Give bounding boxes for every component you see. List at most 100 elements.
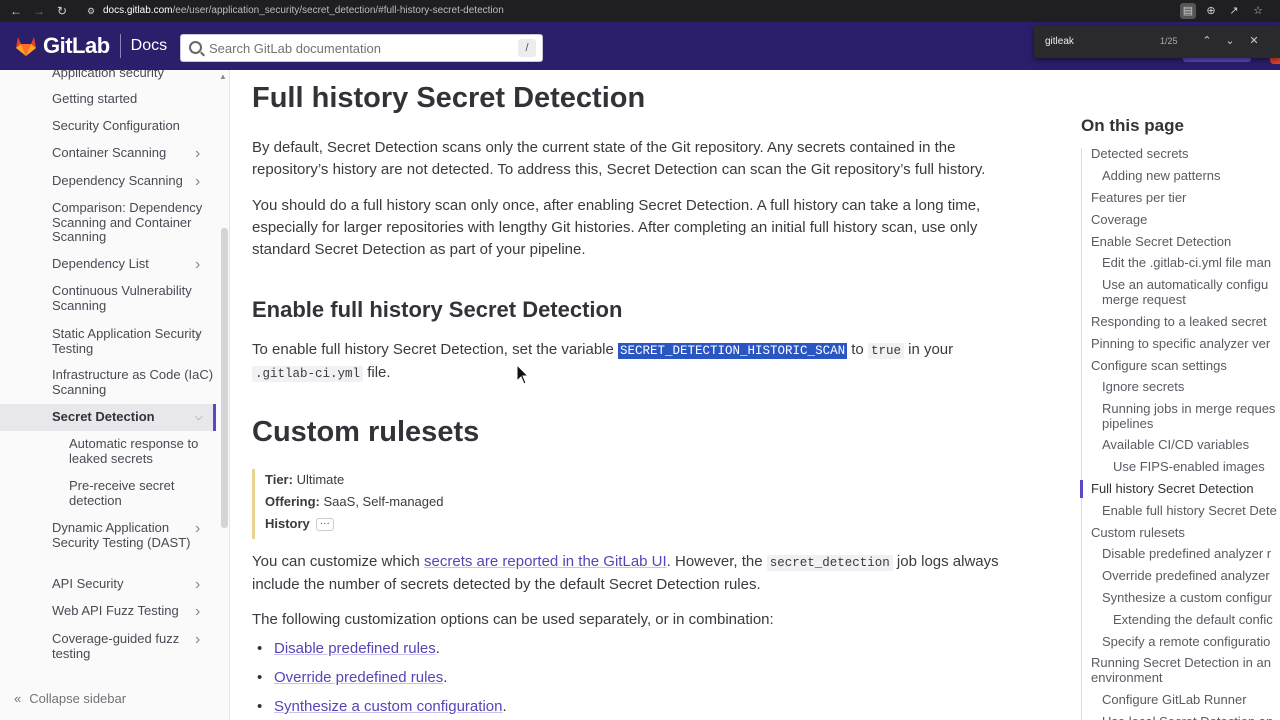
sidebar-item[interactable]: Coverage-guided fuzz testing bbox=[52, 631, 214, 661]
find-query[interactable]: gitleak bbox=[1045, 36, 1074, 47]
history-expand-button[interactable]: ··· bbox=[315, 518, 334, 532]
offering-value: SaaS, Self-managed bbox=[323, 494, 444, 509]
toc-item[interactable]: Adding new patterns bbox=[1102, 168, 1221, 184]
toc-item[interactable]: Configure GitLab Runner bbox=[1102, 692, 1247, 708]
toc-item[interactable]: Enable Secret Detection bbox=[1091, 234, 1231, 250]
chevron-right-icon[interactable]: › bbox=[195, 327, 207, 343]
sidebar-item[interactable]: Static Application Security Testing bbox=[52, 326, 214, 356]
toc-item[interactable]: Running jobs in merge reques pipelines bbox=[1102, 401, 1276, 431]
bullet-synthesize-config: Synthesize a custom configuration. bbox=[257, 696, 507, 718]
toc-item[interactable]: Extending the default confic bbox=[1113, 612, 1273, 628]
toc-item[interactable]: Pinning to specific analyzer ver bbox=[1091, 336, 1270, 352]
toc-item-label: Extending the default confic bbox=[1113, 612, 1273, 627]
link-override-rules[interactable]: Override predefined rules bbox=[274, 669, 443, 686]
toc-item[interactable]: Use FIPS-enabled images bbox=[1113, 459, 1265, 475]
toc-item[interactable]: Disable predefined analyzer r bbox=[1102, 546, 1271, 562]
toc-item[interactable]: Full history Secret Detection bbox=[1091, 481, 1254, 497]
text-to: to bbox=[847, 341, 868, 358]
share-icon[interactable]: ↗ bbox=[1226, 3, 1242, 19]
chevron-right-icon[interactable]: › bbox=[195, 174, 207, 190]
toc-item[interactable]: Coverage bbox=[1091, 212, 1147, 228]
on-this-page-toc: On this page Detected secrets Adding new … bbox=[1060, 70, 1280, 720]
sidebar-item[interactable]: Infrastructure as Code (IaC) Scanning bbox=[52, 367, 214, 397]
toc-item-label: Running Secret Detection in an bbox=[1091, 655, 1271, 670]
toc-item[interactable]: Override predefined analyzer bbox=[1102, 568, 1270, 584]
paragraph-default-scan: By default, Secret Detection scans only … bbox=[252, 139, 986, 178]
chevron-right-icon[interactable]: › bbox=[195, 146, 207, 162]
address-bar[interactable]: docs.gitlab.com/ee/user/application_secu… bbox=[103, 0, 504, 22]
chevron-right-icon[interactable]: › bbox=[195, 577, 207, 593]
toc-item[interactable]: Responding to a leaked secret bbox=[1091, 314, 1267, 330]
tanuki-logo-icon bbox=[16, 37, 36, 56]
sidebar-item[interactable]: Secret Detection bbox=[52, 409, 214, 425]
toc-item-label: Adding new patterns bbox=[1102, 168, 1221, 183]
toc-item-label: Ignore secrets bbox=[1102, 379, 1185, 394]
sidebar-item[interactable]: API Security bbox=[52, 576, 214, 592]
toc-item[interactable]: Edit the .gitlab-ci.yml file man bbox=[1102, 255, 1271, 271]
chevron-down-icon[interactable]: ⌵ bbox=[195, 412, 207, 424]
reader-mode-icon[interactable]: ▤ bbox=[1180, 3, 1196, 19]
variable-name-highlight: SECRET_DETECTION_HISTORIC_SCAN bbox=[618, 343, 848, 359]
search-shortcut-key: / bbox=[518, 39, 536, 57]
zoom-icon[interactable]: ⊕ bbox=[1203, 3, 1219, 19]
sidebar-item[interactable]: Container Scanning bbox=[52, 145, 214, 161]
toc-item-label: Full history Secret Detection bbox=[1091, 481, 1254, 496]
toc-item[interactable]: Enable full history Secret Dete bbox=[1102, 503, 1277, 519]
url-domain: docs.gitlab.com bbox=[103, 5, 173, 16]
text-however: . However, the bbox=[666, 553, 767, 570]
scroll-up-icon[interactable]: ▲ bbox=[219, 72, 227, 81]
collapse-sidebar-button[interactable]: « Collapse sidebar bbox=[14, 691, 126, 706]
toc-item[interactable]: Features per tier bbox=[1091, 190, 1186, 206]
link-disable-rules[interactable]: Disable predefined rules bbox=[274, 640, 436, 657]
find-previous-icon[interactable]: ⌃ bbox=[1199, 33, 1215, 49]
bookmark-star-icon[interactable]: ☆ bbox=[1250, 3, 1266, 19]
toc-item-label: Specify a remote configuratio bbox=[1102, 634, 1271, 649]
sidebar-item[interactable]: Pre-receive secret detection bbox=[69, 478, 214, 508]
bullet-period: . bbox=[435, 640, 440, 657]
sidebar-item[interactable]: Comparison: Dependency Scanning and Cont… bbox=[52, 200, 214, 245]
chevron-right-icon[interactable]: › bbox=[195, 257, 207, 273]
gitlab-ci-file: .gitlab-ci.yml bbox=[252, 366, 364, 382]
toc-item[interactable]: Specify a remote configuratio bbox=[1102, 634, 1271, 650]
gitlab-logo[interactable]: GitLab Docs bbox=[14, 33, 167, 59]
sidebar-item[interactable]: Application security bbox=[52, 70, 214, 81]
link-synthesize-config[interactable]: Synthesize a custom configuration bbox=[274, 698, 502, 715]
toc-item[interactable]: Running Secret Detection in an environmen… bbox=[1091, 655, 1271, 685]
find-close-icon[interactable]: ✕ bbox=[1246, 33, 1262, 49]
search-box[interactable]: / bbox=[180, 34, 543, 62]
sidebar-scrollbar[interactable] bbox=[221, 228, 228, 528]
link-secrets-reported[interactable]: secrets are reported in the GitLab UI bbox=[424, 553, 667, 570]
heading-full-history: Full history Secret Detection bbox=[252, 82, 646, 114]
sidebar-item[interactable]: Dynamic Application Security Testing (DA… bbox=[52, 520, 214, 550]
back-icon[interactable]: ← bbox=[8, 3, 24, 19]
collapse-sidebar-label: Collapse sidebar bbox=[29, 691, 127, 706]
sidebar-item[interactable]: Dependency Scanning bbox=[52, 173, 214, 189]
chevron-right-icon[interactable]: › bbox=[195, 521, 207, 537]
toc-item[interactable]: Detected secrets bbox=[1091, 146, 1189, 162]
site-info-icon[interactable]: ⚙ bbox=[83, 3, 99, 19]
toc-item[interactable]: Use an automatically configu merge reques… bbox=[1102, 277, 1268, 307]
sidebar-item[interactable]: Security Configuration bbox=[52, 118, 214, 134]
sidebar-item[interactable]: Web API Fuzz Testing bbox=[52, 603, 214, 619]
toc-item-label: Enable full history Secret Dete bbox=[1102, 503, 1277, 518]
toc-item[interactable]: Synthesize a custom configur bbox=[1102, 590, 1272, 606]
forward-icon[interactable]: → bbox=[31, 3, 47, 19]
sidebar-item[interactable]: Getting started bbox=[52, 91, 214, 107]
main-content: Full history Secret Detection By default… bbox=[230, 70, 1060, 720]
sidebar-item[interactable]: Dependency List bbox=[52, 256, 214, 272]
toc-item[interactable]: Configure scan settings bbox=[1091, 358, 1227, 374]
toc-item[interactable]: Use local Secret Detection an bbox=[1102, 714, 1273, 720]
search-input[interactable] bbox=[209, 39, 509, 57]
bullet-period: . bbox=[502, 698, 507, 715]
toc-item[interactable]: Available CI/CD variables bbox=[1102, 437, 1249, 453]
sidebar-item[interactable]: Continuous Vulnerability Scanning bbox=[52, 283, 214, 313]
find-next-icon[interactable]: ⌄ bbox=[1222, 33, 1238, 49]
chevron-right-icon[interactable]: › bbox=[195, 632, 207, 648]
chevron-right-icon[interactable]: › bbox=[195, 604, 207, 620]
toc-item[interactable]: Ignore secrets bbox=[1102, 379, 1185, 395]
sidebar-item[interactable]: Automatic response to leaked secrets bbox=[69, 436, 214, 466]
heading-custom-rulesets: Custom rulesets bbox=[252, 416, 480, 448]
reload-icon[interactable]: ↻ bbox=[54, 3, 70, 19]
toc-item[interactable]: Custom rulesets bbox=[1091, 525, 1185, 541]
toc-item-label: Running jobs in merge reques bbox=[1102, 401, 1276, 416]
